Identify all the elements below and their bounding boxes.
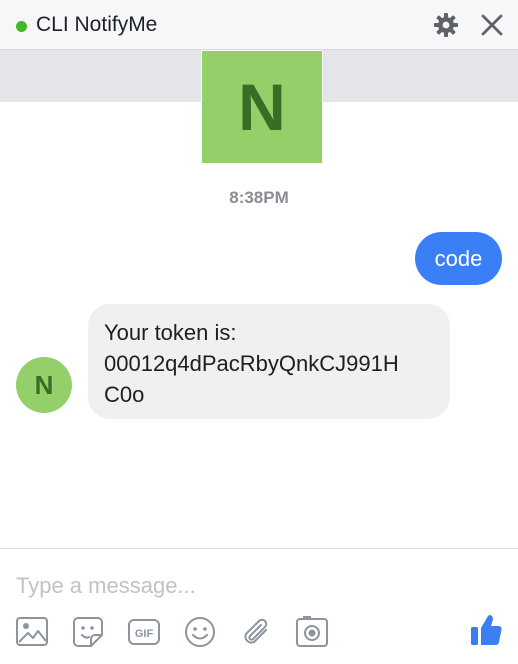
attachment-icon[interactable] — [239, 615, 273, 649]
gif-icon[interactable]: GIF — [127, 615, 161, 649]
chat-title[interactable]: CLI NotifyMe — [36, 13, 157, 37]
emoji-icon[interactable] — [183, 615, 217, 649]
composer-divider — [0, 548, 518, 549]
outgoing-message[interactable]: code — [415, 232, 502, 285]
message-line: Your token is: — [104, 320, 237, 345]
gif-label: GIF — [135, 628, 154, 640]
message-timestamp: 8:38PM — [229, 188, 289, 207]
gear-icon[interactable] — [433, 12, 459, 38]
chat-header: CLI NotifyMe — [0, 0, 518, 50]
camera-icon[interactable] — [295, 615, 329, 649]
contact-avatar[interactable]: N — [16, 357, 72, 413]
message-line: 00012q4dPacRbyQnkCJ991H — [104, 351, 399, 376]
online-status-dot — [16, 21, 27, 32]
close-icon[interactable] — [479, 12, 505, 38]
incoming-message[interactable]: Your token is: 00012q4dPacRbyQnkCJ991H C… — [88, 304, 450, 419]
sticker-icon[interactable] — [71, 615, 105, 649]
image-icon[interactable] — [15, 615, 49, 649]
message-input[interactable] — [16, 571, 456, 601]
message-line: C0o — [104, 382, 145, 407]
contact-avatar-large[interactable]: N — [201, 50, 323, 164]
thumbs-up-icon[interactable] — [469, 612, 505, 648]
